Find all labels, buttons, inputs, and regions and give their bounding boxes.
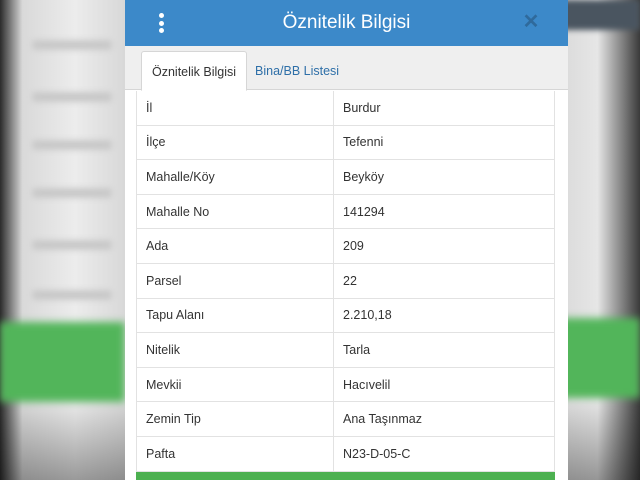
- blurred-item: [32, 92, 112, 102]
- attribute-value: N23-D-05-C: [343, 446, 411, 461]
- tab-bar: Öznitelik Bilgisi Bina/BB Listesi: [125, 46, 568, 91]
- table-row: Mevkii Hacıvelil: [137, 367, 554, 403]
- attribute-key: Ada: [137, 229, 334, 263]
- attribute-key: Mevkii: [137, 367, 334, 402]
- more-vertical-icon[interactable]: [155, 13, 167, 33]
- table-row: Ada 209: [137, 229, 554, 264]
- dialog-title: Öznitelik Bilgisi: [282, 12, 411, 33]
- blurred-item: [32, 140, 112, 150]
- attribute-value: 2.210,18: [343, 308, 392, 323]
- attribute-value: Tarla: [343, 342, 371, 357]
- table-row: Nitelik Tarla: [137, 333, 554, 368]
- table-row: Parsel 22: [137, 263, 554, 299]
- close-icon[interactable]: ✕: [520, 10, 542, 34]
- table-row: Mahalle No 141294: [137, 194, 554, 230]
- table-row: Mahalle/Köy Beyköy: [137, 160, 554, 195]
- attribute-key: Parsel: [137, 263, 334, 298]
- attribute-table: İl Burdur İlçe Tefenni Mahalle/Köy Beykö…: [136, 91, 555, 472]
- blurred-item: [32, 40, 112, 50]
- attribute-key: Zemin Tip: [137, 402, 334, 436]
- attribute-value: 209: [343, 239, 364, 254]
- attribute-value: Burdur: [343, 100, 381, 115]
- table-row: Zemin Tip Ana Taşınmaz: [137, 402, 554, 437]
- tab-attribute-info[interactable]: Öznitelik Bilgisi: [141, 51, 248, 91]
- attribute-value: Hacıvelil: [343, 377, 391, 392]
- attribute-value: Beyköy: [343, 169, 384, 184]
- attribute-key: İlçe: [137, 125, 334, 160]
- attribute-value: Tefenni: [343, 135, 384, 150]
- action-bar[interactable]: [136, 472, 555, 480]
- table-row: Tapu Alanı 2.210,18: [137, 298, 554, 334]
- attribute-dialog: Öznitelik Bilgisi ✕ Öznitelik Bilgisi Bi…: [125, 0, 568, 480]
- blurred-item: [32, 188, 112, 198]
- attribute-value: 141294: [343, 204, 385, 219]
- table-row: Pafta N23-D-05-C: [137, 436, 554, 472]
- attribute-key: Mahalle No: [137, 194, 334, 229]
- dialog-header: Öznitelik Bilgisi ✕: [125, 0, 568, 46]
- attribute-key: Nitelik: [137, 333, 334, 367]
- attribute-value: Ana Taşınmaz: [343, 412, 422, 427]
- table-row: İlçe Tefenni: [137, 125, 554, 161]
- attribute-value: 22: [343, 273, 357, 288]
- blurred-item: [32, 290, 112, 300]
- tab-building-list[interactable]: Bina/BB Listesi: [245, 51, 349, 91]
- table-row: İl Burdur: [137, 91, 554, 126]
- attribute-key: Tapu Alanı: [137, 298, 334, 333]
- attribute-key: İl: [137, 91, 334, 125]
- blurred-green-button: [0, 322, 125, 402]
- blurred-item: [32, 240, 112, 250]
- attribute-key: Pafta: [137, 436, 334, 471]
- attribute-key: Mahalle/Köy: [137, 160, 334, 194]
